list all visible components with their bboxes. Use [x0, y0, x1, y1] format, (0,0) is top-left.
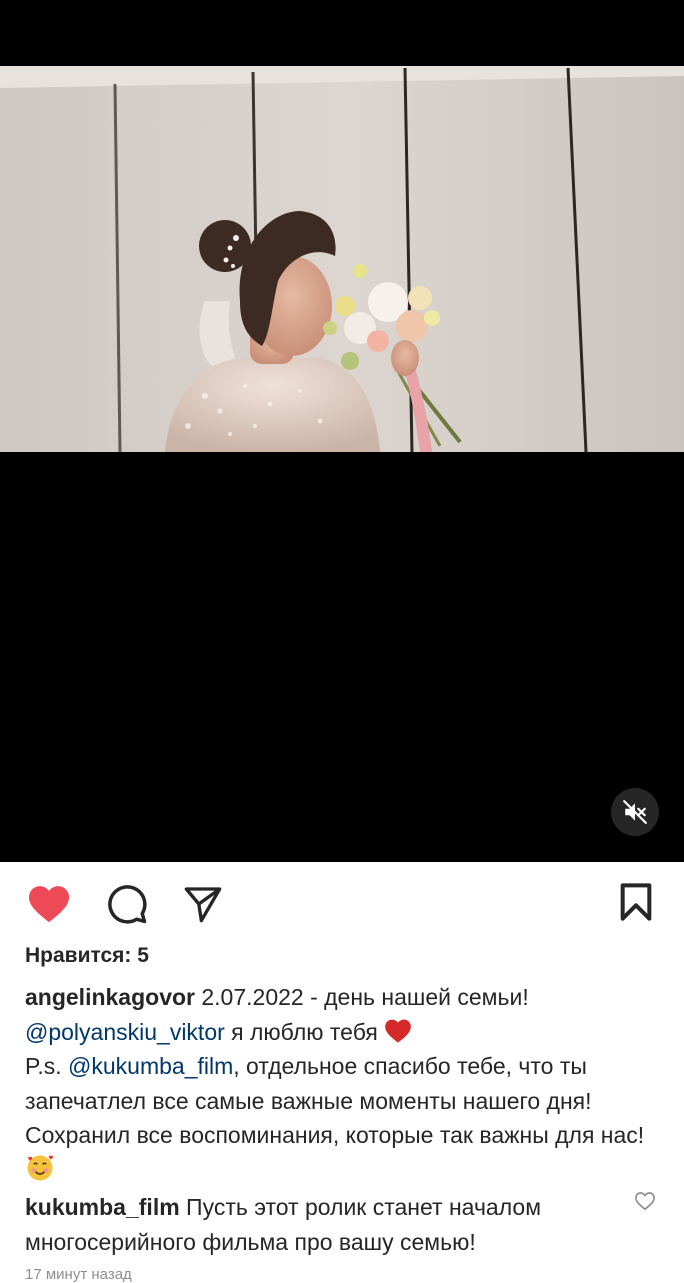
caption-text: P.s.	[25, 1053, 69, 1079]
heart-filled-icon	[29, 886, 69, 923]
bookmark-icon	[620, 883, 652, 921]
mute-button[interactable]	[611, 788, 659, 836]
save-button[interactable]	[614, 880, 658, 924]
speaker-muted-icon	[623, 800, 647, 824]
smiling-face-with-hearts-emoji-icon	[27, 1155, 53, 1180]
comment-item: kukumba_film Пусть этот ролик станет нач…	[25, 1190, 615, 1259]
wedding-scene-image	[0, 66, 684, 452]
mention-link[interactable]: @polyanskiu_viktor	[25, 1019, 225, 1045]
likes-count[interactable]: Нравится: 5	[25, 944, 149, 968]
caption-text: 2.07.2022 - день нашей семьи!	[194, 984, 529, 1010]
comment-button[interactable]	[104, 882, 150, 926]
like-button[interactable]	[25, 882, 73, 926]
red-heart-emoji-icon	[385, 1019, 412, 1043]
heart-outline-icon	[635, 1192, 655, 1211]
video-player[interactable]	[0, 0, 684, 862]
post-caption: angelinkagovor 2.07.2022 - день нашей се…	[25, 980, 665, 1188]
mention-link[interactable]: @kukumba_film	[68, 1053, 233, 1079]
comment-username[interactable]: kukumba_film	[25, 1194, 180, 1220]
speech-bubble-icon	[108, 885, 147, 924]
post-action-bar	[0, 862, 684, 942]
post-timestamp: 17 минут назад	[25, 1266, 132, 1283]
video-frame-image[interactable]	[0, 66, 684, 452]
share-button[interactable]	[180, 882, 226, 926]
caption-text: я люблю тебя	[224, 1018, 385, 1045]
paper-plane-icon	[184, 887, 222, 923]
comment-like-button[interactable]	[634, 1191, 656, 1216]
caption-username[interactable]: angelinkagovor	[25, 984, 195, 1010]
